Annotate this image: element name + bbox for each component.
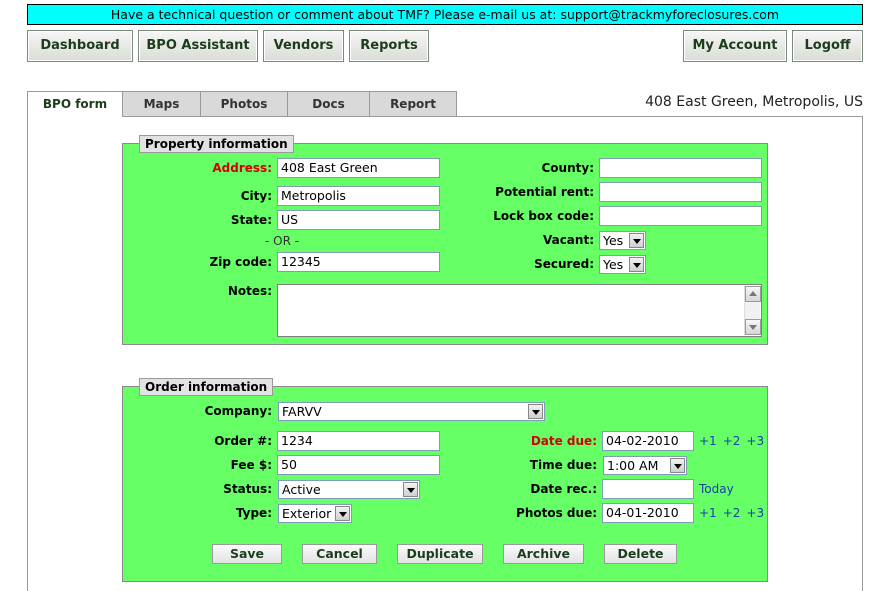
duplicate-button[interactable]: Duplicate (397, 544, 483, 564)
chevron-down-icon (629, 233, 644, 248)
banner-text: Have a technical question or comment abo… (110, 7, 561, 22)
chevron-down-icon (403, 482, 418, 497)
cancel-button[interactable]: Cancel (302, 544, 377, 564)
tab-photos[interactable]: Photos (200, 91, 288, 116)
date-due-plus3-link[interactable]: +3 (746, 434, 764, 448)
photos-due-plus3-link[interactable]: +3 (746, 506, 764, 520)
time-due-label: Time due: (529, 458, 597, 472)
date-received-label: Date rec.: (530, 482, 597, 496)
photos-due-label: Photos due: (516, 506, 597, 520)
secured-value: Yes (603, 257, 624, 272)
fee-input[interactable]: 50 (277, 455, 440, 475)
chevron-down-icon (670, 458, 685, 473)
property-info-legend: Property information (139, 135, 294, 153)
support-email-link[interactable]: support@trackmyforeclosures.com (560, 7, 779, 22)
order-number-label: Order #: (214, 434, 272, 448)
zip-label: Zip code: (209, 255, 272, 269)
today-link[interactable]: Today (699, 479, 734, 499)
status-label: Status: (223, 482, 272, 496)
date-due-plus1-link[interactable]: +1 (699, 434, 717, 448)
dashboard-button[interactable]: Dashboard (27, 30, 133, 62)
reports-button[interactable]: Reports (349, 30, 429, 62)
potential-rent-input[interactable] (599, 182, 762, 202)
vacant-value: Yes (603, 233, 624, 248)
company-label: Company: (204, 404, 272, 418)
order-info-legend: Order information (139, 378, 274, 396)
or-separator: - OR - (265, 234, 300, 248)
tab-bpo-form[interactable]: BPO form (27, 91, 123, 117)
chevron-down-icon (528, 404, 543, 419)
date-due-increments: +1 +2 +3 (699, 431, 770, 451)
tab-report[interactable]: Report (369, 91, 457, 116)
type-label: Type: (235, 506, 272, 520)
status-value: Active (282, 482, 321, 497)
company-value: FARVV (282, 404, 322, 419)
logoff-button[interactable]: Logoff (792, 30, 863, 62)
date-due-label: Date due: (530, 434, 597, 448)
state-input[interactable]: US (277, 210, 440, 230)
city-label: City: (240, 189, 272, 203)
vacant-select[interactable]: Yes (599, 231, 646, 250)
vacant-label: Vacant: (542, 233, 594, 247)
photos-due-increments: +1 +2 +3 (699, 503, 770, 523)
time-due-value: 1:00 AM (607, 458, 659, 473)
lock-box-input[interactable] (599, 206, 762, 226)
notes-textarea[interactable] (277, 284, 762, 337)
secured-select[interactable]: Yes (599, 255, 646, 274)
archive-button[interactable]: Archive (503, 544, 584, 564)
page-title: 408 East Green, Metropolis, US (645, 94, 863, 110)
photos-due-input[interactable]: 04-01-2010 (602, 503, 694, 523)
tab-docs[interactable]: Docs (287, 91, 370, 116)
county-input[interactable] (599, 158, 762, 178)
address-input[interactable]: 408 East Green (277, 158, 440, 178)
chevron-down-icon (335, 506, 350, 521)
zip-input[interactable]: 12345 (277, 252, 440, 272)
address-label: Address: (212, 161, 272, 175)
support-banner: Have a technical question or comment abo… (27, 4, 863, 25)
scroll-down-icon[interactable] (745, 319, 761, 335)
company-select[interactable]: FARVV (278, 402, 545, 421)
my-account-button[interactable]: My Account (683, 30, 787, 62)
tab-maps[interactable]: Maps (122, 91, 201, 116)
state-label: State: (230, 213, 272, 227)
scroll-up-icon[interactable] (745, 286, 761, 302)
potential-rent-label: Potential rent: (495, 185, 594, 199)
notes-label: Notes: (227, 284, 272, 298)
photos-due-plus1-link[interactable]: +1 (699, 506, 717, 520)
bpo-assistant-button[interactable]: BPO Assistant (138, 30, 258, 62)
secured-label: Secured: (534, 257, 594, 271)
date-received-input[interactable] (602, 479, 694, 499)
fee-label: Fee $: (230, 458, 272, 472)
vendors-button[interactable]: Vendors (263, 30, 344, 62)
city-input[interactable]: Metropolis (277, 186, 440, 206)
save-button[interactable]: Save (212, 544, 282, 564)
delete-button[interactable]: Delete (604, 544, 677, 564)
date-due-input[interactable]: 04-02-2010 (602, 431, 694, 451)
type-value: Exterior (282, 506, 332, 521)
chevron-down-icon (629, 257, 644, 272)
notes-scrollbar[interactable] (744, 286, 761, 335)
time-due-select[interactable]: 1:00 AM (603, 456, 687, 475)
lock-box-label: Lock box code: (493, 209, 594, 223)
type-select[interactable]: Exterior (278, 504, 352, 523)
county-label: County: (541, 161, 595, 175)
order-number-input[interactable]: 1234 (277, 431, 440, 451)
status-select[interactable]: Active (278, 480, 420, 499)
date-due-plus2-link[interactable]: +2 (723, 434, 741, 448)
photos-due-plus2-link[interactable]: +2 (723, 506, 741, 520)
